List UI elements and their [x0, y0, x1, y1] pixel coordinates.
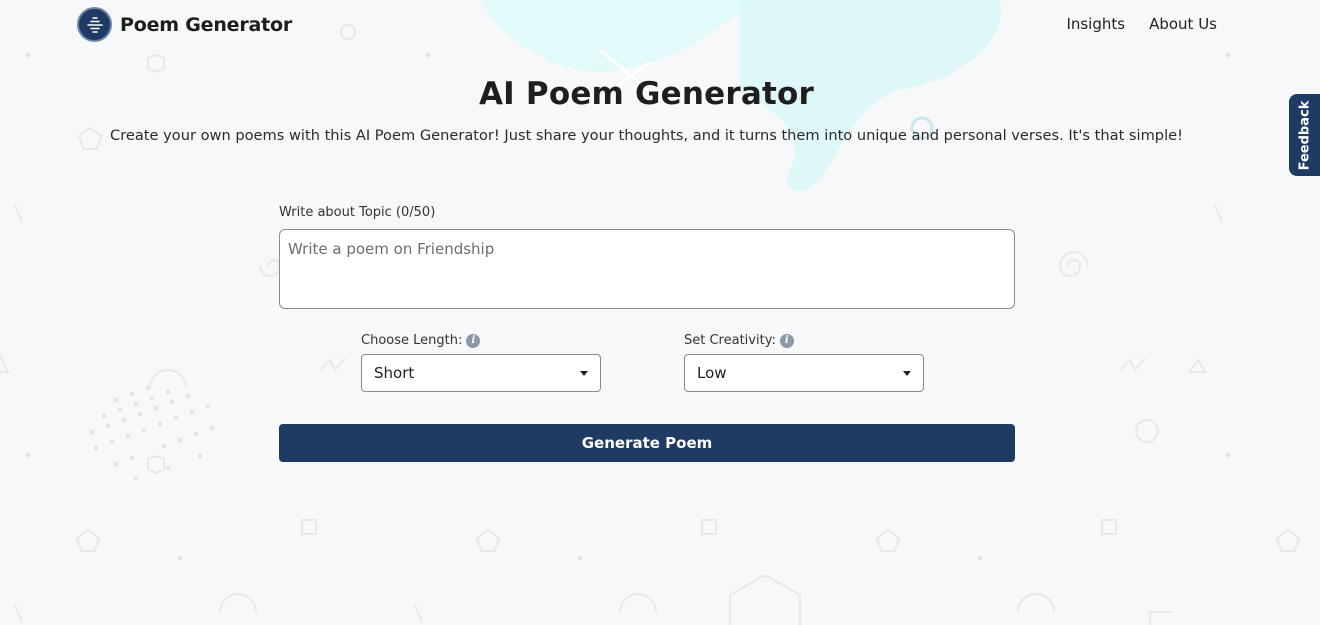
length-select[interactable]: Short [361, 354, 601, 392]
info-icon[interactable]: i [779, 333, 794, 348]
brand-name: Poem Generator [120, 13, 293, 36]
poem-form: Write about Topic (0/50) Choose Length: … [279, 203, 1015, 462]
brand[interactable]: Poem Generator [77, 7, 292, 42]
options-row: Choose Length: i Short Set Creativity: i… [361, 333, 924, 393]
sound-wave-icon [77, 7, 112, 42]
creativity-label: Set Creativity: [684, 333, 776, 348]
chevron-down-icon [580, 371, 588, 376]
creativity-selected-value: Low [697, 364, 727, 382]
length-label-row: Choose Length: i [361, 333, 601, 348]
creativity-select[interactable]: Low [684, 354, 924, 392]
topic-label: Write about Topic (0/50) [279, 205, 436, 220]
page-title: AI Poem Generator [478, 76, 815, 112]
hero-section: AI Poem Generator Create your own poems … [0, 76, 1293, 144]
nav-link-insights[interactable]: Insights [1066, 15, 1125, 33]
info-icon[interactable]: i [466, 333, 481, 348]
length-group: Choose Length: i Short [361, 333, 601, 392]
feedback-label: Feedback [1297, 100, 1313, 170]
nav-link-about-us[interactable]: About Us [1149, 15, 1217, 33]
feedback-tab[interactable]: Feedback [1289, 94, 1320, 176]
creativity-group: Set Creativity: i Low [684, 333, 924, 392]
page-subtitle: Create your own poems with this AI Poem … [110, 127, 1183, 144]
length-selected-value: Short [374, 364, 415, 382]
main-nav: Insights About Us [1066, 15, 1217, 33]
length-label: Choose Length: [361, 333, 463, 348]
chevron-down-icon [903, 371, 911, 376]
creativity-label-row: Set Creativity: i [684, 333, 924, 348]
top-navigation-bar: Poem Generator Insights About Us [0, 0, 1320, 50]
generate-poem-button[interactable]: Generate Poem [279, 424, 1015, 462]
topic-input[interactable] [279, 229, 1015, 309]
